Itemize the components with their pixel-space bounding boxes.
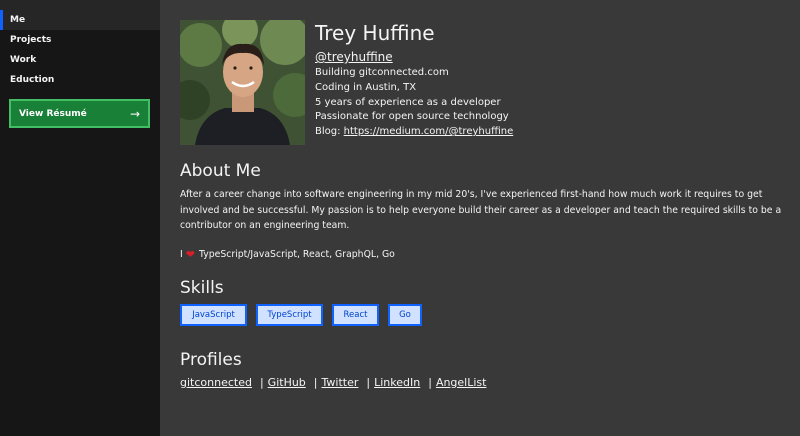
about-me-text: After a career change into software engi… (180, 189, 782, 232)
profile-info-line: Coding in Austin, TX (315, 81, 417, 93)
about-me-heading: About Me (180, 161, 261, 181)
sidebar-item-label: Projects (10, 35, 52, 45)
profile-link-angellist[interactable]: AngelList (436, 376, 487, 389)
blog-link[interactable]: https://medium.com/@treyhuffine (344, 126, 514, 137)
skill-tag-typescript[interactable]: TypeScript (256, 304, 323, 326)
sidebar-top-strip (0, 0, 160, 10)
profile-info-line: Building gitconnected.com (315, 67, 449, 78)
profile-link-twitter[interactable]: Twitter (322, 376, 359, 389)
profiles-heading: Profiles (180, 350, 242, 370)
profile-handle-link[interactable]: @treyhuffine (315, 50, 393, 64)
view-resume-button[interactable]: View Résumé → (9, 99, 150, 128)
sidebar-item-me[interactable]: Me (0, 10, 160, 30)
arrow-right-icon: → (129, 106, 140, 121)
skill-tag-go[interactable]: Go (388, 304, 422, 326)
sidebar-item-projects[interactable]: Projects (0, 30, 160, 50)
link-separator: | (313, 376, 318, 389)
profile-name: Trey Huffine (315, 21, 435, 45)
sidebar-item-label: Eduction (10, 75, 55, 85)
profile-link-github[interactable]: GitHub (268, 376, 306, 389)
heart-icon: ❤ (185, 248, 195, 261)
link-separator: | (366, 376, 371, 389)
view-resume-label: View Résumé (19, 108, 87, 119)
sidebar-item-education[interactable]: Eduction (0, 70, 160, 90)
sidebar: Me Projects Work Eduction View Résumé → (0, 0, 160, 436)
profiles-links: gitconnected | GitHub | Twitter | Linked… (180, 376, 486, 389)
profile-photo-image (180, 20, 305, 145)
skills-list: JavaScript TypeScript React Go (180, 304, 431, 326)
sidebar-item-label: Work (10, 55, 37, 65)
profile-link-gitconnected[interactable]: gitconnected (180, 376, 252, 389)
love-line: I ❤ TypeScript/JavaScript, React, GraphQ… (180, 248, 395, 262)
skill-tag-react[interactable]: React (332, 304, 379, 326)
blog-label: Blog: (315, 126, 344, 138)
profile-info-line: Passionate for open source technology (315, 111, 509, 123)
link-separator: | (428, 376, 432, 389)
love-text: TypeScript/JavaScript, React, GraphQL, G… (198, 249, 395, 260)
love-prefix: I (180, 249, 183, 260)
link-separator: | (259, 376, 264, 389)
sidebar-item-label: Me (10, 15, 26, 25)
profile-photo (180, 20, 305, 145)
profile-info-line: 5 years of experience as a developer (315, 96, 501, 108)
sidebar-item-work[interactable]: Work (0, 50, 160, 70)
skill-tag-javascript[interactable]: JavaScript (180, 304, 247, 326)
main-content: Trey Huffine @treyhuffine Building gitco… (160, 0, 800, 436)
profile-header: Trey Huffine @treyhuffine Building gitco… (315, 20, 513, 140)
skills-heading: Skills (180, 278, 224, 298)
blog-line: Blog: https://medium.com/@treyhuffine (315, 125, 513, 140)
profile-link-linkedin[interactable]: LinkedIn (374, 376, 420, 389)
